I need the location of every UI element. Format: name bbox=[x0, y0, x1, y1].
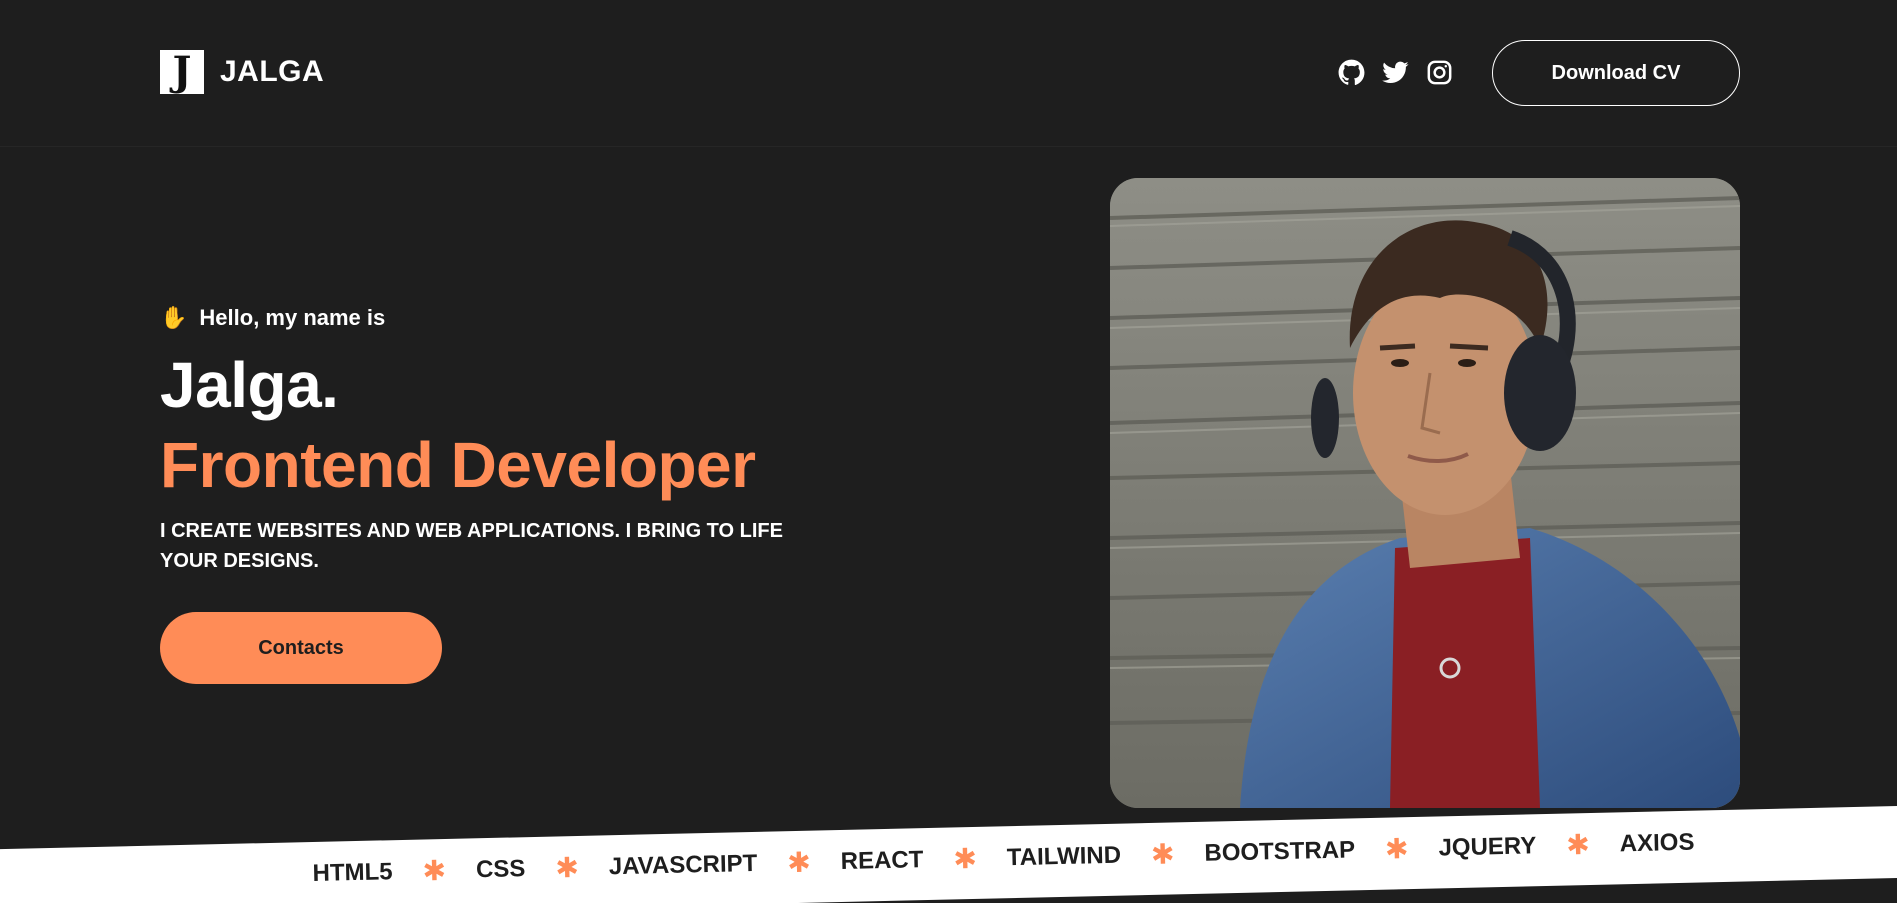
site-header: J JALGA Download CV bbox=[0, 0, 1897, 147]
github-icon[interactable] bbox=[1338, 59, 1365, 86]
social-links bbox=[1338, 59, 1453, 86]
logo-text: JALGA bbox=[220, 55, 325, 88]
greeting: ✋ Hello, my name is bbox=[160, 305, 385, 331]
asterisk-icon: ✱ bbox=[555, 851, 580, 884]
asterisk-icon: ✱ bbox=[1384, 833, 1409, 865]
tech-item: BOOTSTRAP bbox=[1204, 836, 1356, 867]
page: J JALGA Download CV ✋ Hello, my name is … bbox=[0, 0, 1897, 903]
logo-mark: J bbox=[160, 50, 204, 94]
tech-item: JQUERY bbox=[1438, 832, 1537, 862]
asterisk-icon: ✱ bbox=[786, 846, 812, 879]
tech-item: TAILWIND bbox=[1006, 841, 1122, 872]
asterisk-icon: ✱ bbox=[1150, 838, 1175, 870]
download-cv-button[interactable]: Download CV bbox=[1492, 40, 1740, 106]
tech-item: REACT bbox=[840, 846, 924, 876]
ticker-row: HTML5 ✱ CSS ✱ JAVASCRIPT ✱ REACT ✱ TAILWIND ✱ BOOT… bbox=[312, 829, 1694, 888]
tech-item: AXIOS bbox=[1619, 828, 1695, 858]
contacts-button[interactable]: Contacts bbox=[160, 612, 442, 684]
instagram-icon[interactable] bbox=[1426, 59, 1453, 86]
profile-photo bbox=[1110, 178, 1740, 808]
twitter-icon[interactable] bbox=[1382, 59, 1409, 86]
asterisk-icon: ✱ bbox=[953, 842, 978, 875]
hero-name: Jalga. bbox=[160, 349, 339, 421]
tech-item: HTML5 bbox=[312, 858, 393, 888]
hero-tagline: I CREATE WEBSITES AND WEB APPLICATIONS. … bbox=[160, 520, 783, 572]
tech-item: JAVASCRIPT bbox=[608, 849, 758, 881]
asterisk-icon: ✱ bbox=[1565, 829, 1591, 861]
tech-item: CSS bbox=[475, 855, 526, 884]
tech-ticker: HTML5 ✱ CSS ✱ JAVASCRIPT ✱ REACT ✱ TAILWIND ✱ BOOT… bbox=[0, 804, 1897, 903]
asterisk-icon: ✱ bbox=[422, 854, 447, 887]
logo[interactable]: J JALGA bbox=[160, 50, 324, 94]
greeting-text: Hello, my name is bbox=[199, 305, 386, 330]
hero-role: Frontend Developer bbox=[160, 429, 756, 501]
raised-hand-icon: ✋ bbox=[160, 305, 188, 330]
